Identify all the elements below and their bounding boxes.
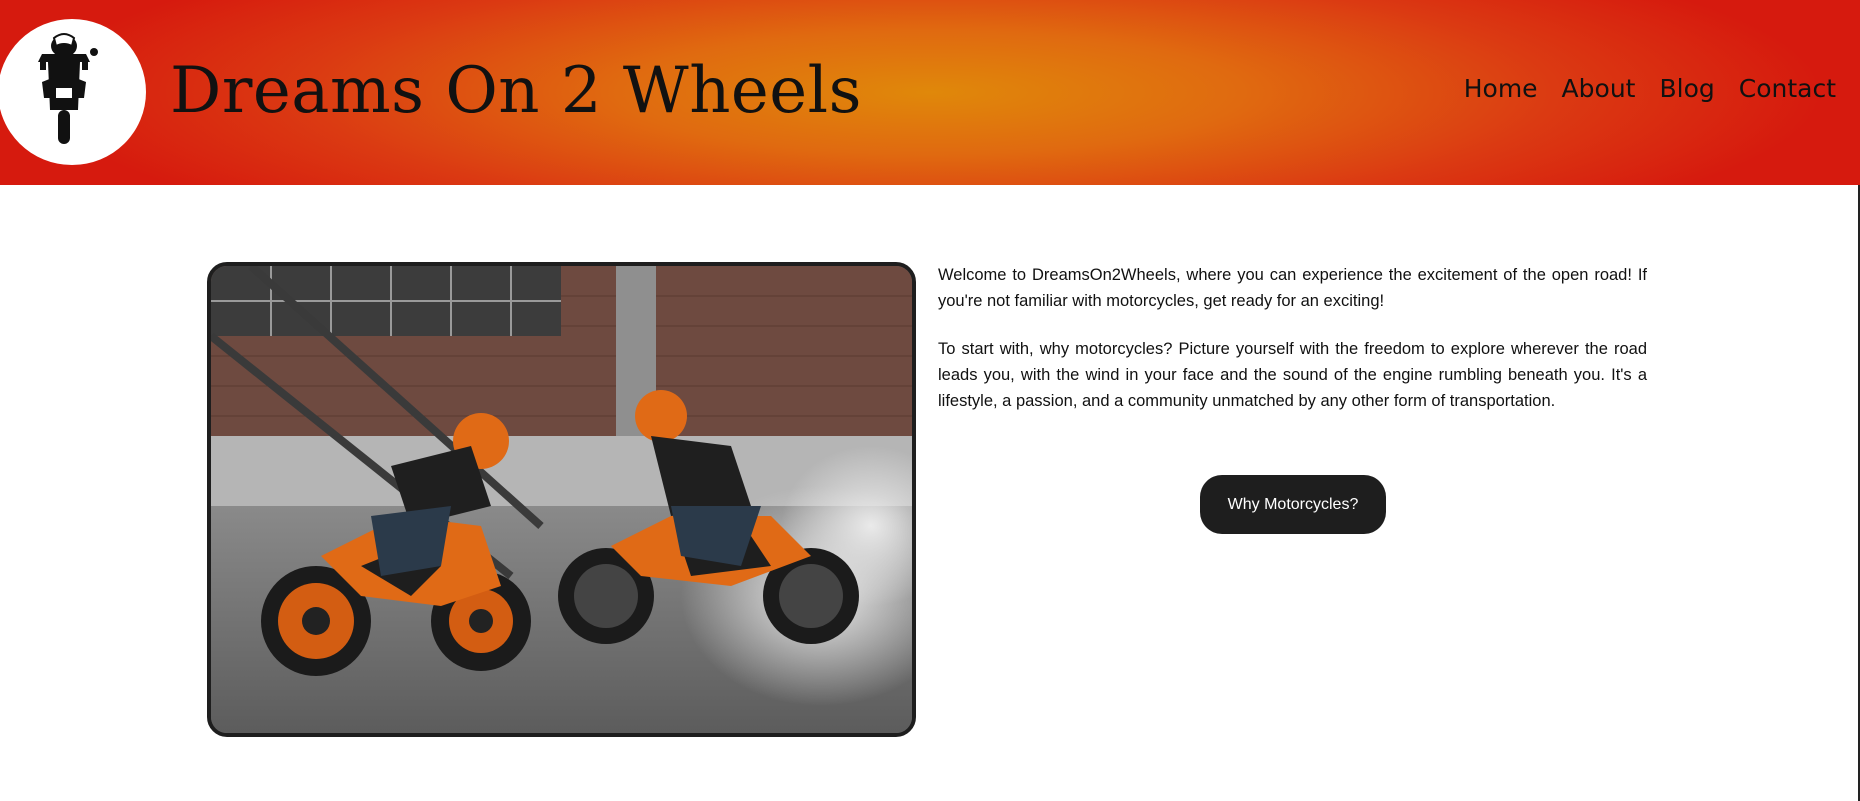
site-title: Dreams On 2 Wheels <box>170 54 862 128</box>
hero-image <box>207 262 916 737</box>
nav-blog[interactable]: Blog <box>1659 72 1714 106</box>
intro-paragraph-2: To start with, why motorcycles? Picture … <box>938 340 1647 410</box>
motorcycle-icon <box>38 33 98 144</box>
intro-text: Welcome to DreamsOn2Wheels, where you ca… <box>938 262 1647 436</box>
nav-contact[interactable]: Contact <box>1739 72 1836 106</box>
intro-paragraph-1: Welcome to DreamsOn2Wheels, where you ca… <box>938 266 1647 310</box>
why-motorcycles-button[interactable]: Why Motorcycles? <box>1200 475 1386 534</box>
nav-home[interactable]: Home <box>1464 72 1538 106</box>
site-header: Dreams On 2 Wheels Home About Blog Conta… <box>0 0 1860 185</box>
logo[interactable] <box>0 19 146 165</box>
nav-about[interactable]: About <box>1562 72 1636 106</box>
main-nav: Home About Blog Contact <box>1464 72 1836 106</box>
